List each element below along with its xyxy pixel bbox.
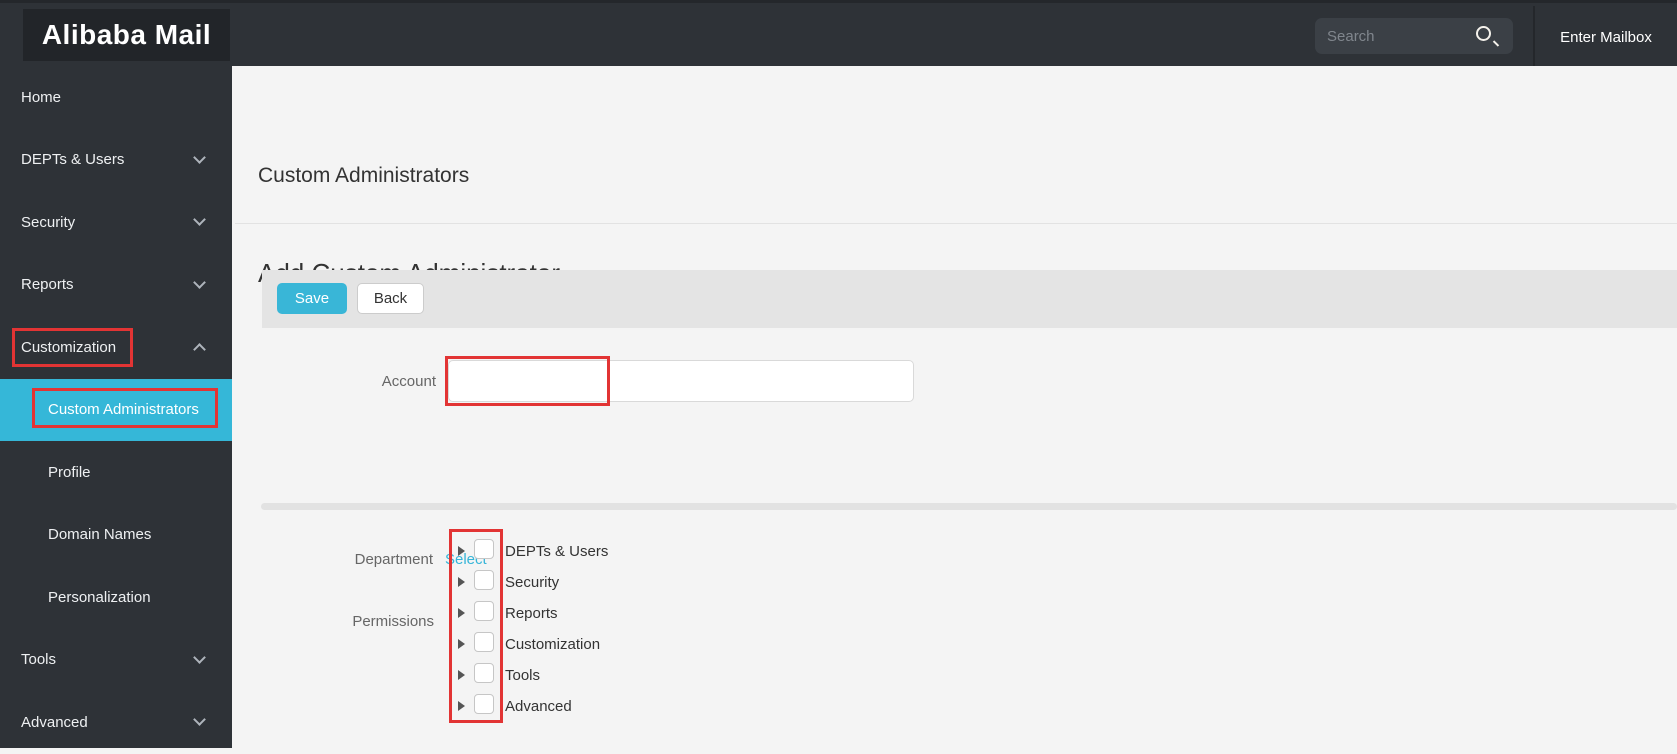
save-button[interactable]: Save (277, 283, 347, 314)
sidebar-item-security[interactable]: Security (0, 191, 232, 254)
section-divider (261, 503, 1677, 510)
sidebar-item-label: Profile (48, 463, 91, 481)
permission-checkbox[interactable] (474, 632, 494, 652)
permission-label: Customization (505, 636, 601, 653)
back-button[interactable]: Back (357, 283, 424, 314)
sidebar-item-home[interactable]: Home (0, 66, 232, 129)
expand-arrow-icon[interactable] (458, 608, 465, 618)
department-label: Department (354, 551, 433, 568)
sidebar-item-label: Personalization (48, 588, 151, 606)
sidebar-item-customization[interactable]: Customization (0, 316, 232, 379)
sidebar-item-label: Tools (21, 651, 57, 669)
account-label: Account (381, 373, 436, 390)
sidebar-item-personalization[interactable]: Personalization (0, 566, 232, 629)
expand-arrow-icon[interactable] (458, 577, 465, 587)
expand-arrow-icon[interactable] (458, 701, 465, 711)
topbar: Alibaba Mail Enter Mailbox (0, 0, 1677, 69)
enter-mailbox-button[interactable]: Enter Mailbox (1535, 6, 1677, 69)
sidebar-item-label: Security (21, 213, 76, 231)
divider (235, 223, 1677, 224)
permission-label: Tools (505, 667, 541, 684)
expand-arrow-icon[interactable] (458, 670, 465, 680)
sidebar-item-label: Home (21, 88, 62, 106)
permission-label: Advanced (505, 698, 572, 715)
permissions-label: Permissions (352, 613, 434, 630)
permission-checkbox[interactable] (474, 663, 494, 683)
sidebar-item-label: Domain Names (48, 526, 152, 544)
chevron-down-icon (193, 213, 206, 226)
sidebar-item-depts-users[interactable]: DEPTs & Users (0, 129, 232, 192)
permission-checkbox[interactable] (474, 570, 494, 590)
search-icon-handle (1492, 40, 1500, 47)
permission-label: Security (505, 574, 560, 591)
toolbar: Save Back (262, 270, 1677, 328)
search-box (1315, 18, 1513, 54)
page-title: Custom Administrators (258, 164, 470, 187)
sidebar-item-label: Customization (21, 338, 117, 356)
sidebar-item-label: Reports (21, 276, 74, 294)
permission-label: Reports (505, 605, 558, 622)
permission-checkbox[interactable] (474, 539, 494, 559)
search-input[interactable] (1315, 27, 1455, 45)
sidebar-item-label: Custom Administrators (48, 401, 199, 419)
permission-label: DEPTs & Users (505, 543, 609, 560)
sidebar-item-advanced[interactable]: Advanced (0, 691, 232, 754)
sidebar-item-profile[interactable]: Profile (0, 441, 232, 504)
logo: Alibaba Mail (23, 9, 230, 61)
logo-text: Alibaba Mail (41, 19, 212, 50)
chevron-down-icon (193, 713, 206, 726)
sidebar-item-custom-administrators[interactable]: Custom Administrators (0, 378, 232, 441)
permission-checkbox[interactable] (474, 694, 494, 714)
expand-arrow-icon[interactable] (458, 639, 465, 649)
chevron-down-icon (193, 275, 206, 289)
sidebar-item-tools[interactable]: Tools (0, 629, 232, 692)
chevron-down-icon (193, 650, 206, 664)
chevron-down-icon (193, 150, 206, 164)
chevron-up-icon (193, 343, 206, 356)
expand-arrow-icon[interactable] (458, 546, 465, 556)
sidebar: Home DEPTs & Users Security Reports Cust… (0, 66, 232, 748)
permission-checkbox[interactable] (474, 601, 494, 621)
sidebar-item-reports[interactable]: Reports (0, 254, 232, 317)
sidebar-item-label: DEPTs & Users (21, 151, 125, 169)
sidebar-item-label: Advanced (21, 713, 88, 731)
search-icon[interactable] (1476, 26, 1491, 41)
account-input[interactable] (448, 360, 914, 402)
main-content: Custom Administrators Add Custom Adminis… (232, 66, 1677, 748)
sidebar-item-domain-names[interactable]: Domain Names (0, 504, 232, 567)
